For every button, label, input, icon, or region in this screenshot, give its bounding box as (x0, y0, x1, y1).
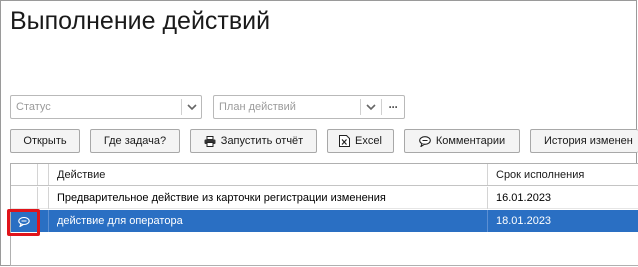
chevron-down-icon[interactable] (182, 96, 202, 118)
column-header-due-date[interactable]: Срок исполнения (488, 164, 638, 186)
due-date-cell: 16.01.2023 (496, 192, 552, 204)
comments-button[interactable]: Комментарии (404, 129, 520, 153)
comment-icon (418, 135, 431, 147)
change-history-button[interactable]: История изменен (530, 129, 638, 153)
where-task-button-label: Где задача? (103, 135, 167, 147)
print-icon (204, 135, 216, 147)
column-header-action[interactable]: Действие (49, 164, 487, 186)
column-header-comment[interactable] (11, 164, 37, 186)
more-icon[interactable]: ··· (382, 96, 404, 118)
action-cell: Предварительное действие из карточки рег… (57, 192, 386, 204)
run-report-button-label: Запустить отчёт (220, 135, 304, 147)
status-select[interactable]: Статус (10, 95, 202, 119)
excel-button[interactable]: Excel (327, 129, 394, 153)
run-report-button[interactable]: Запустить отчёт (190, 129, 317, 153)
comments-button-label: Комментарии (435, 135, 506, 147)
action-plan-select-placeholder: План действий (219, 101, 296, 113)
comment-icon (17, 214, 30, 232)
window: Выполнение действий Статус План действий… (0, 0, 638, 266)
column-separator (37, 187, 38, 209)
action-cell: действие для оператора (57, 215, 183, 227)
actions-table: Действие Срок исполнения Предварительное… (7, 163, 638, 266)
table-header: Действие Срок исполнения (11, 164, 638, 186)
column-header-marker[interactable] (38, 164, 48, 186)
comment-indicator[interactable] (7, 209, 40, 236)
where-task-button[interactable]: Где задача? (90, 129, 180, 153)
status-select-placeholder: Статус (16, 101, 51, 113)
chevron-down-icon[interactable] (361, 96, 381, 118)
table-row-selected[interactable]: действие для оператора 18.01.2023 (7, 209, 638, 236)
page-title: Выполнение действий (10, 7, 271, 35)
due-date-cell: 18.01.2023 (496, 215, 552, 227)
open-button[interactable]: Открыть (10, 129, 80, 153)
table-row[interactable]: Предварительное действие из карточки рег… (11, 187, 638, 209)
excel-icon (339, 135, 351, 147)
change-history-button-label: История изменен (544, 135, 633, 147)
open-button-label: Открыть (23, 135, 67, 147)
action-plan-select[interactable]: План действий ··· (213, 95, 405, 119)
excel-button-label: Excel (355, 135, 382, 147)
